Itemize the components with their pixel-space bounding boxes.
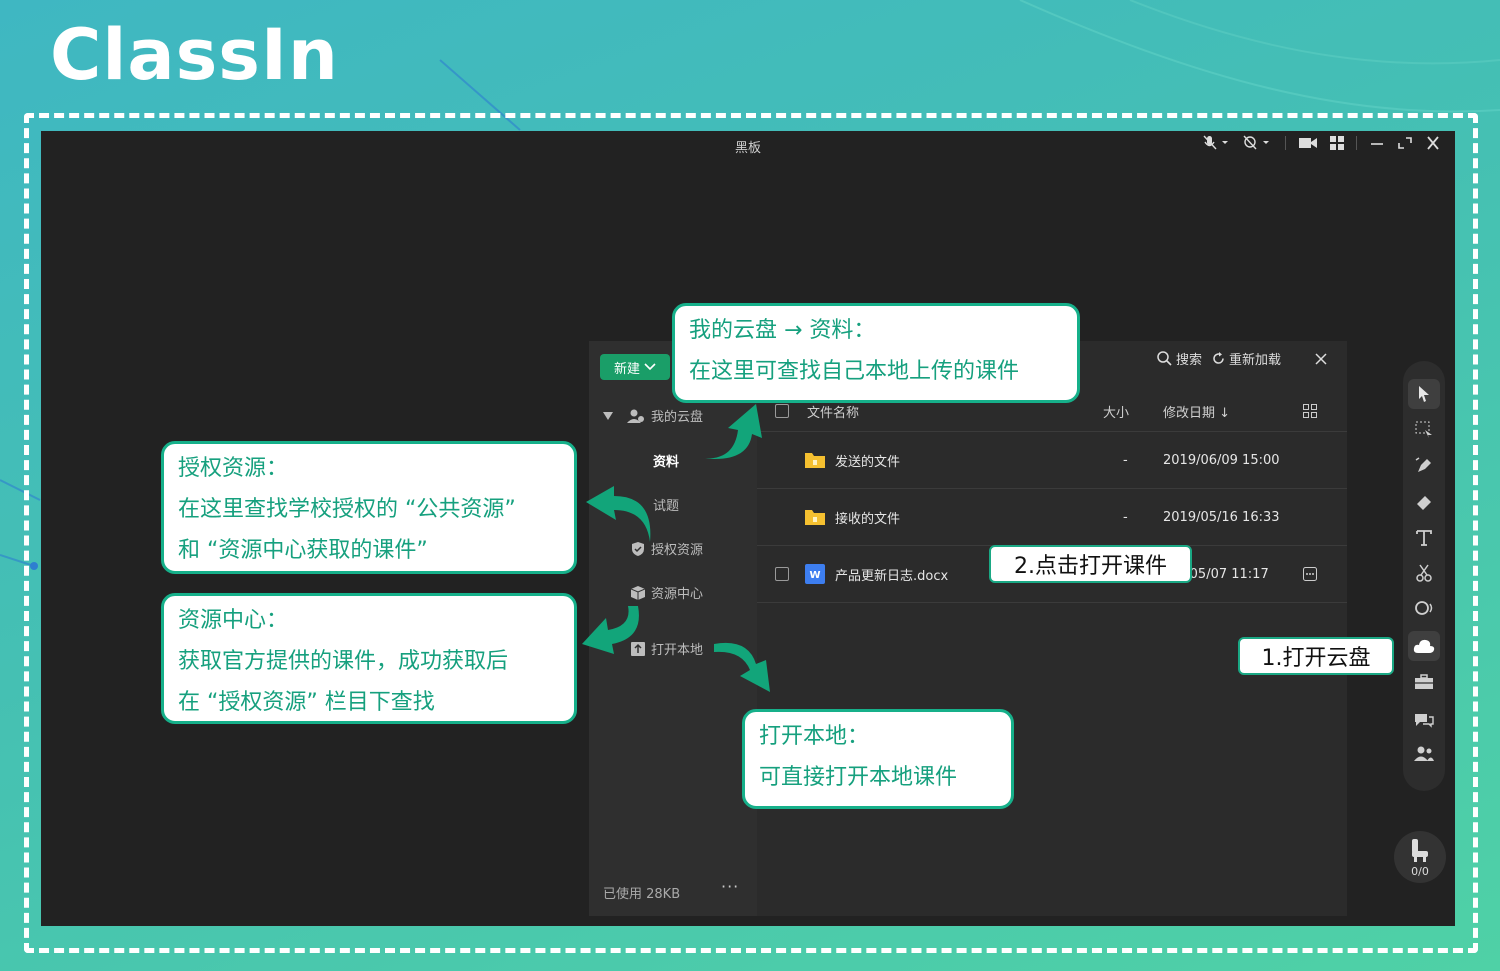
file-modified: 2019/05/16 16:33: [1163, 509, 1280, 525]
row-menu-icon[interactable]: [1303, 546, 1317, 602]
table-row[interactable]: 发送的文件 - 2019/06/09 15:00: [757, 432, 1347, 489]
cloud-drive-icon[interactable]: [1408, 631, 1440, 661]
grid-view-icon[interactable]: [1303, 391, 1317, 431]
speaker-off-icon[interactable]: [1243, 135, 1273, 151]
file-name: 产品更新日志.docx: [835, 568, 949, 584]
chat-icon[interactable]: [1408, 705, 1440, 735]
column-modified[interactable]: 修改日期 ↓: [1163, 391, 1230, 431]
folder-icon: [805, 489, 825, 545]
callout-line: 在 “授权资源” 栏目下查找: [178, 690, 435, 715]
callout-line: 和 “资源中心获取的课件”: [178, 538, 428, 563]
refresh-icon: [1213, 352, 1224, 364]
arrow-to-resource-center-icon: [582, 606, 639, 654]
triangle-down-icon: [603, 411, 613, 420]
sidebar-item-questions[interactable]: 试题: [653, 495, 679, 514]
sidebar-item-label: 资源中心: [651, 587, 704, 602]
sidebar-item-resource-center[interactable]: 资源中心: [631, 583, 703, 602]
search-button[interactable]: 搜索: [1157, 349, 1202, 368]
seat-count: 0/0: [1411, 865, 1429, 878]
step2-label: 2.点击打开课件: [989, 545, 1192, 583]
camera-icon[interactable]: [1298, 136, 1318, 150]
sidebar-item-label: 打开本地: [651, 643, 704, 658]
reload-button[interactable]: 重新加载: [1212, 349, 1281, 368]
search-icon: [1157, 351, 1172, 366]
mic-off-icon[interactable]: [1203, 135, 1231, 151]
row-checkbox[interactable]: [775, 546, 789, 602]
file-size: -: [1123, 509, 1128, 525]
callout-open-local: 打开本地： 可直接打开本地课件: [742, 709, 1014, 809]
callout-line: 在这里查找学校授权的 “公共资源”: [178, 497, 516, 522]
callout-line: 资源中心：: [178, 608, 289, 633]
pen-tool-icon[interactable]: [1408, 451, 1440, 481]
panel-top-actions: 搜索 重新加载: [1157, 349, 1327, 368]
minimize-icon[interactable]: [1369, 136, 1385, 150]
toolbar-separator: [1285, 136, 1286, 150]
arrow-to-authorized-icon: [586, 486, 651, 542]
seat-icon: [1412, 839, 1428, 862]
callout-resource-center: 资源中心： 获取官方提供的课件，成功获取后 在 “授权资源” 栏目下查找: [161, 593, 577, 724]
sidebar-item-materials[interactable]: 资料: [653, 451, 679, 470]
more-options-button[interactable]: ···: [721, 877, 739, 896]
panel-close-button[interactable]: [1315, 352, 1327, 365]
window-tools: [1203, 135, 1441, 151]
sidebar-item-label: 试题: [653, 499, 680, 514]
callout-authorized-resources: 授权资源： 在这里查找学校授权的 “公共资源” 和 “资源中心获取的课件”: [161, 441, 577, 574]
new-button[interactable]: 新建: [600, 354, 670, 380]
callout-line: 打开本地：: [759, 724, 870, 749]
callout-line: 授权资源：: [178, 456, 289, 481]
file-name: 发送的文件: [835, 454, 901, 470]
sidebar-item-label: 授权资源: [651, 543, 704, 558]
grid-layout-icon[interactable]: [1330, 136, 1344, 150]
fullscreen-icon[interactable]: [1397, 136, 1413, 150]
classin-logo: ClassIn: [50, 14, 339, 96]
step1-label: 1.打开云盘: [1238, 637, 1394, 675]
shape-tool-icon[interactable]: [1408, 593, 1440, 623]
seat-button[interactable]: 0/0: [1394, 831, 1446, 883]
box-icon: [631, 585, 645, 600]
pointer-tool-icon[interactable]: [1408, 379, 1440, 409]
chevron-down-icon: [644, 363, 656, 371]
sidebar-item-label: 我的云盘: [651, 410, 704, 425]
table-row[interactable]: 接收的文件 - 2019/05/16 16:33: [757, 489, 1347, 546]
eraser-tool-icon[interactable]: [1408, 487, 1440, 517]
sidebar-item-label: 资料: [653, 455, 680, 470]
close-icon: [1315, 352, 1327, 365]
file-name: 接收的文件: [835, 511, 901, 527]
reload-label: 重新加载: [1228, 353, 1281, 368]
callout-my-cloud: 我的云盘 → 资料： 在这里可查找自己本地上传的课件: [672, 303, 1080, 403]
file-size: -: [1123, 452, 1128, 468]
file-modified: 2019/06/09 15:00: [1163, 452, 1280, 468]
scissors-tool-icon[interactable]: [1408, 558, 1440, 588]
whiteboard-toolbar: [1403, 361, 1445, 791]
new-button-label: 新建: [613, 361, 640, 377]
toolbar-separator: [1356, 136, 1357, 150]
folder-icon: [805, 432, 825, 488]
used-storage: 已使用 28KB: [603, 887, 681, 902]
word-doc-icon: W: [805, 546, 825, 602]
arrow-to-open-local-icon: [714, 642, 770, 692]
svg-text:W: W: [809, 570, 820, 581]
text-tool-icon[interactable]: [1408, 523, 1440, 553]
search-label: 搜索: [1175, 353, 1202, 368]
callout-line: 在这里可查找自己本地上传的课件: [689, 359, 1020, 384]
arrow-to-materials-icon: [700, 404, 762, 459]
column-size[interactable]: 大小: [1103, 391, 1129, 431]
toolbox-icon[interactable]: [1408, 667, 1440, 697]
callout-line: 获取官方提供的课件，成功获取后: [178, 649, 509, 674]
sidebar-item-my-cloud[interactable]: 我的云盘: [603, 406, 703, 425]
close-icon[interactable]: [1425, 136, 1441, 150]
user-icon: [627, 409, 644, 423]
members-icon[interactable]: [1408, 739, 1440, 769]
selection-tool-icon[interactable]: [1408, 415, 1440, 445]
callout-line: 我的云盘 → 资料：: [689, 318, 876, 343]
callout-line: 可直接打开本地课件: [759, 765, 958, 790]
